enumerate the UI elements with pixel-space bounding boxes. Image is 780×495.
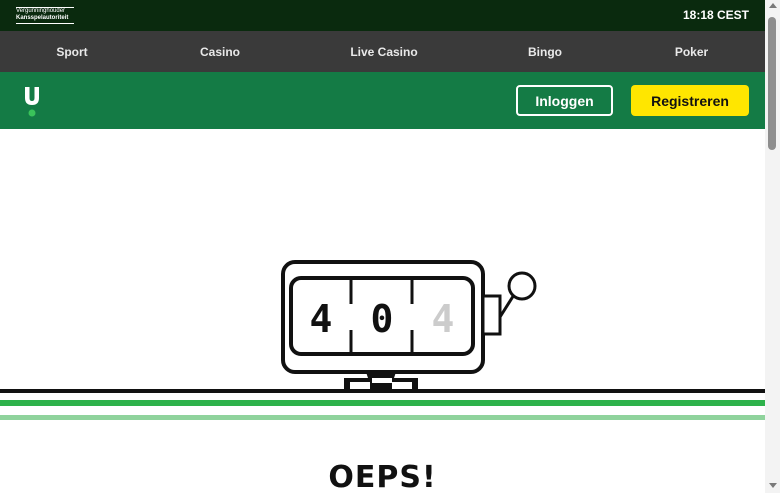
reel-digit-2: 0 (371, 297, 394, 341)
nav-item-poker[interactable]: Poker (618, 31, 765, 72)
scroll-down-arrow-icon[interactable] (769, 483, 777, 488)
page-scrollbar[interactable] (765, 0, 780, 493)
reel-digit-1: 4 (310, 297, 333, 341)
unibet-logo-icon[interactable] (22, 86, 42, 118)
error-heading: OEPS! (328, 460, 437, 495)
license-line2: Kansspelautoriteit (16, 15, 69, 21)
nav-item-casino[interactable]: Casino (144, 31, 296, 72)
ground-line-black (0, 389, 765, 393)
lever-box (481, 294, 502, 336)
reel-digit-3: 4 (432, 297, 455, 341)
scroll-thumb[interactable] (768, 17, 776, 150)
nav-item-sport[interactable]: Sport (0, 31, 144, 72)
license-badge[interactable]: Vergunninghouder Kansspelautoriteit (16, 7, 74, 24)
slot-machine-404-illustration: 4 0 4 (0, 250, 765, 430)
clock: 18:18 CEST (682, 8, 749, 22)
site-header: Inloggen Registreren (0, 72, 765, 129)
license-line1: Vergunninghouder (16, 8, 66, 14)
lever-knob (507, 271, 537, 301)
register-button[interactable]: Registreren (631, 85, 749, 116)
top-bar: Vergunninghouder Kansspelautoriteit 18:1… (0, 0, 765, 31)
main-nav: Sport Casino Live Casino Bingo Poker (0, 31, 765, 73)
nav-item-live-casino[interactable]: Live Casino (296, 31, 472, 72)
ground-line-green (0, 400, 765, 406)
ground-line-light-green (0, 415, 765, 420)
scroll-up-arrow-icon[interactable] (769, 3, 777, 8)
login-button[interactable]: Inloggen (516, 85, 613, 116)
nav-item-bingo[interactable]: Bingo (472, 31, 618, 72)
